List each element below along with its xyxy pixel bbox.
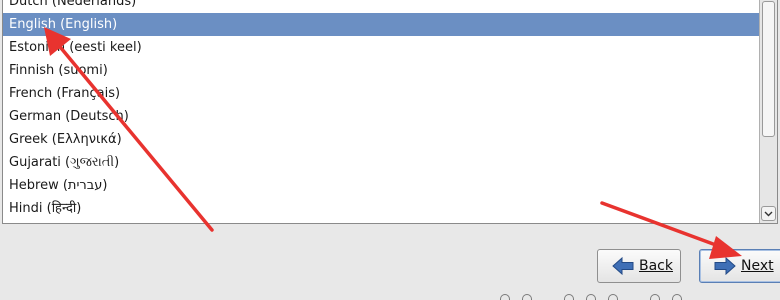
vertical-scrollbar[interactable]: [759, 0, 777, 223]
list-item-french[interactable]: French (Français): [3, 82, 760, 105]
list-item-greek[interactable]: Greek (Ελληνικά): [3, 128, 760, 151]
list-item-english-selected[interactable]: English (English): [3, 13, 760, 36]
list-item-german[interactable]: German (Deutsch): [3, 105, 760, 128]
system-tray-partial: [498, 294, 698, 300]
language-list-items: Dutch (Nederlands) English (English) Est…: [3, 0, 760, 220]
tray-icon: [672, 294, 682, 300]
list-item-hebrew[interactable]: Hebrew (עברית): [3, 174, 760, 197]
tray-icon: [522, 294, 532, 300]
list-item-gujarati[interactable]: Gujarati (ગુજરાતી): [3, 151, 760, 174]
list-item-estonian[interactable]: Estonian (eesti keel): [3, 36, 760, 59]
arrow-right-icon: [714, 257, 736, 275]
next-button[interactable]: Next: [699, 249, 780, 283]
tray-icon: [650, 294, 660, 300]
tray-icon: [500, 294, 510, 300]
chevron-down-icon: [764, 211, 773, 216]
tray-icon: [608, 294, 618, 300]
back-button-label: Back: [639, 258, 673, 274]
back-button[interactable]: Back: [597, 249, 681, 283]
next-button-label: Next: [741, 258, 774, 274]
language-list[interactable]: Dutch (Nederlands) English (English) Est…: [2, 0, 778, 224]
list-item-finnish[interactable]: Finnish (suomi): [3, 59, 760, 82]
tray-icon: [564, 294, 574, 300]
list-item-hindi[interactable]: Hindi (हिन्दी): [3, 197, 760, 220]
scroll-down-button[interactable]: [761, 206, 776, 221]
list-item-dutch[interactable]: Dutch (Nederlands): [3, 0, 760, 13]
arrow-left-icon: [612, 257, 634, 275]
scrollbar-thumb[interactable]: [762, 1, 775, 137]
tray-icon: [586, 294, 596, 300]
